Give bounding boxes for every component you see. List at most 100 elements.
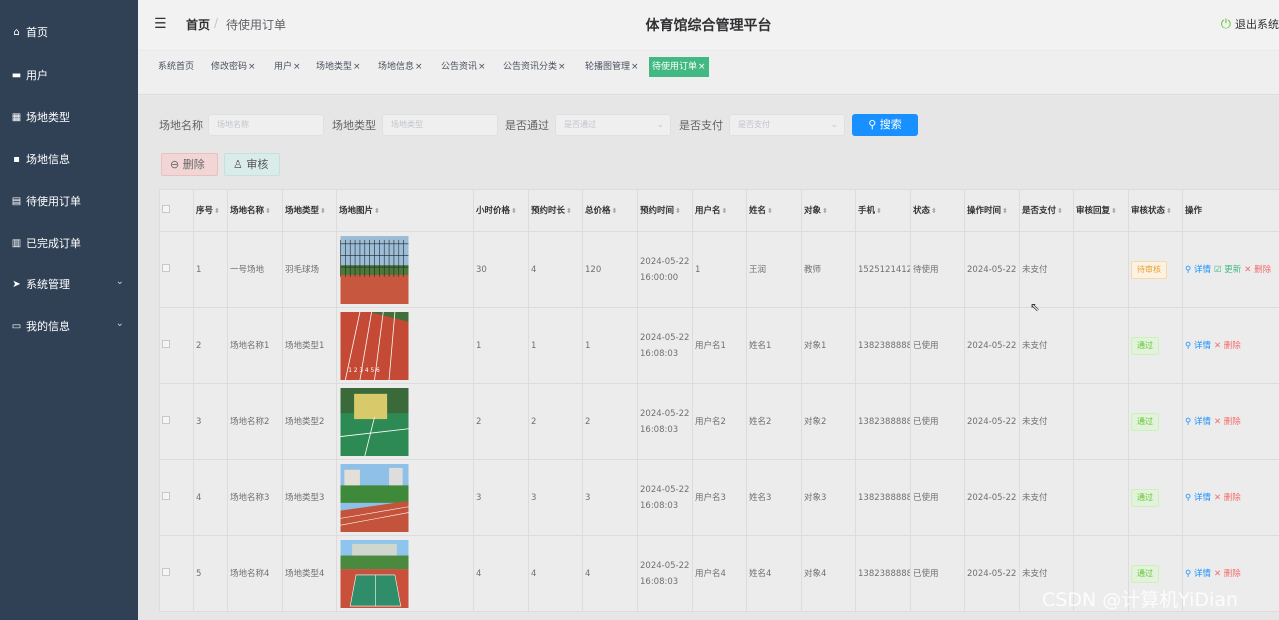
home-icon: ⌂ (13, 26, 20, 38)
cell-name: 场地名称2 (227, 383, 283, 460)
detail-link[interactable]: ⚲ 详情 (1185, 417, 1211, 427)
detail-link[interactable]: ⚲ 详情 (1185, 265, 1211, 275)
sort-icon[interactable]: ⬍ (265, 207, 271, 215)
close-icon[interactable]: × (248, 62, 256, 72)
sort-icon[interactable]: ⬍ (722, 207, 728, 215)
sort-icon[interactable]: ⬍ (214, 207, 220, 215)
tag-5[interactable]: 公告资讯× (438, 57, 489, 77)
row-select-cell[interactable] (159, 535, 194, 612)
column-header[interactable]: 场地图片⬍ (336, 189, 474, 232)
checkbox[interactable] (162, 415, 170, 424)
checkbox[interactable] (162, 263, 170, 272)
cell-time: 2024-05-22 16:08:03 (637, 535, 693, 612)
checkbox[interactable] (162, 204, 170, 213)
cell-realname: 姓名1 (746, 307, 802, 384)
sort-icon[interactable]: ⬍ (511, 207, 517, 215)
venue-type-input[interactable]: 场地类型 (382, 114, 498, 136)
sort-icon[interactable]: ⬍ (1002, 207, 1008, 215)
search-button[interactable]: ⚲ 搜索 (852, 114, 918, 136)
checkbox[interactable] (162, 567, 170, 576)
tag-7[interactable]: 轮播图管理× (582, 57, 642, 77)
sort-icon[interactable]: ⬍ (1057, 207, 1063, 215)
checkbox[interactable] (162, 491, 170, 500)
column-header[interactable]: 对象⬍ (801, 189, 856, 232)
sidebar-item-5[interactable]: ▥ 已完成订单 (0, 222, 138, 264)
sidebar-item-7[interactable]: ▭ 我的信息 ⌄ (0, 305, 138, 347)
detail-link[interactable]: ⚲ 详情 (1185, 493, 1211, 503)
column-header[interactable]: 手机⬍ (855, 189, 911, 232)
column-header[interactable]: 总价格⬍ (582, 189, 638, 232)
sort-icon[interactable]: ⬍ (931, 207, 937, 215)
close-icon[interactable]: × (698, 62, 706, 72)
column-header[interactable]: 序号⬍ (193, 189, 228, 232)
logout-button[interactable]: ⏻ 退出系统 (1221, 16, 1279, 32)
close-icon[interactable]: × (415, 62, 423, 72)
column-header[interactable]: 预约时间⬍ (637, 189, 693, 232)
sort-icon[interactable]: ⬍ (374, 207, 380, 215)
delete-link[interactable]: ✕ 删除 (1214, 493, 1241, 503)
detail-link[interactable]: ⚲ 详情 (1185, 341, 1211, 351)
header-select-all[interactable] (159, 189, 194, 232)
column-header[interactable]: 审核回复⬍ (1073, 189, 1129, 232)
sidebar-item-1[interactable]: ▬ 用户 (0, 54, 138, 96)
sidebar-item-4[interactable]: ▤ 待使用订单 (0, 180, 138, 222)
column-header[interactable]: 是否支付⬍ (1019, 189, 1074, 232)
tag-0[interactable]: 系统首页 (155, 57, 197, 77)
tag-8[interactable]: 待使用订单× (649, 57, 709, 77)
close-icon[interactable]: × (478, 62, 486, 72)
column-header[interactable]: 姓名⬍ (746, 189, 802, 232)
checkbox[interactable] (162, 339, 170, 348)
column-header[interactable]: 用户名⬍ (692, 189, 747, 232)
tag-4[interactable]: 场地信息× (375, 57, 426, 77)
delete-link[interactable]: ✕ 删除 (1214, 417, 1241, 427)
tag-3[interactable]: 场地类型× (313, 57, 364, 77)
tag-6[interactable]: 公告资讯分类× (500, 57, 569, 77)
close-icon[interactable]: × (558, 62, 566, 72)
close-icon[interactable]: × (353, 62, 361, 72)
mouse-cursor-icon: ⇖ (1030, 300, 1041, 314)
sidebar-item-0[interactable]: ⌂ 首页 (0, 11, 138, 53)
row-select-cell[interactable] (159, 231, 194, 308)
sort-icon[interactable]: ⬍ (320, 207, 326, 215)
sidebar-item-2[interactable]: ▦ 场地类型 (0, 96, 138, 138)
bulk-delete-button[interactable]: ⊖ 删除 (161, 153, 218, 176)
sort-icon[interactable]: ⬍ (876, 207, 882, 215)
search-icon: ⚲ (1185, 568, 1194, 579)
column-header[interactable]: 审核状态⬍ (1128, 189, 1183, 232)
column-header[interactable]: 场地名称⬍ (227, 189, 283, 232)
sort-icon[interactable]: ⬍ (566, 207, 572, 215)
tag-2[interactable]: 用户× (271, 57, 304, 77)
sort-icon[interactable]: ⬍ (822, 207, 828, 215)
cell-time: 2024-05-22 16:08:03 (637, 459, 693, 536)
close-icon[interactable]: × (631, 62, 639, 72)
row-select-cell[interactable] (159, 307, 194, 384)
delete-link[interactable]: ✕ 删除 (1214, 569, 1241, 579)
sidebar-item-6[interactable]: ➤ 系统管理 ⌄ (0, 263, 138, 305)
column-header[interactable]: 预约时长⬍ (528, 189, 583, 232)
venue-name-input[interactable]: 场地名称 (208, 114, 324, 136)
column-header-label: 是否支付 (1022, 205, 1057, 216)
sort-icon[interactable]: ⬍ (612, 207, 618, 215)
sort-icon[interactable]: ⬍ (1111, 207, 1117, 215)
delete-link[interactable]: ✕ 删除 (1214, 341, 1241, 351)
approved-select[interactable]: 是否通过 ⌄ (555, 114, 671, 136)
column-header[interactable]: 操作时间⬍ (964, 189, 1020, 232)
column-header[interactable]: 状态⬍ (910, 189, 965, 232)
audit-button[interactable]: ♙ 审核 (224, 153, 280, 176)
detail-link[interactable]: ⚲ 详情 (1185, 569, 1211, 579)
paid-select[interactable]: 是否支付 ⌄ (729, 114, 845, 136)
tag-1[interactable]: 修改密码× (208, 57, 259, 77)
delete-link[interactable]: ✕ 删除 (1244, 265, 1271, 275)
row-select-cell[interactable] (159, 459, 194, 536)
sort-icon[interactable]: ⬍ (767, 207, 773, 215)
update-link[interactable]: ☑ 更新 (1214, 265, 1241, 275)
cell-target: 教师 (801, 231, 856, 308)
column-header[interactable]: 场地类型⬍ (282, 189, 337, 232)
sort-icon[interactable]: ⬍ (1166, 207, 1172, 215)
row-select-cell[interactable] (159, 383, 194, 460)
sidebar-item-3[interactable]: ▪ 场地信息 (0, 138, 138, 180)
sort-icon[interactable]: ⬍ (675, 207, 681, 215)
column-header[interactable]: 小时价格⬍ (473, 189, 529, 232)
table-row: 3 场地名称2 场地类型2 2 2 2 2024-05-22 16:08:03 用户名2 姓名2… (159, 383, 1279, 460)
close-icon[interactable]: × (293, 62, 301, 72)
